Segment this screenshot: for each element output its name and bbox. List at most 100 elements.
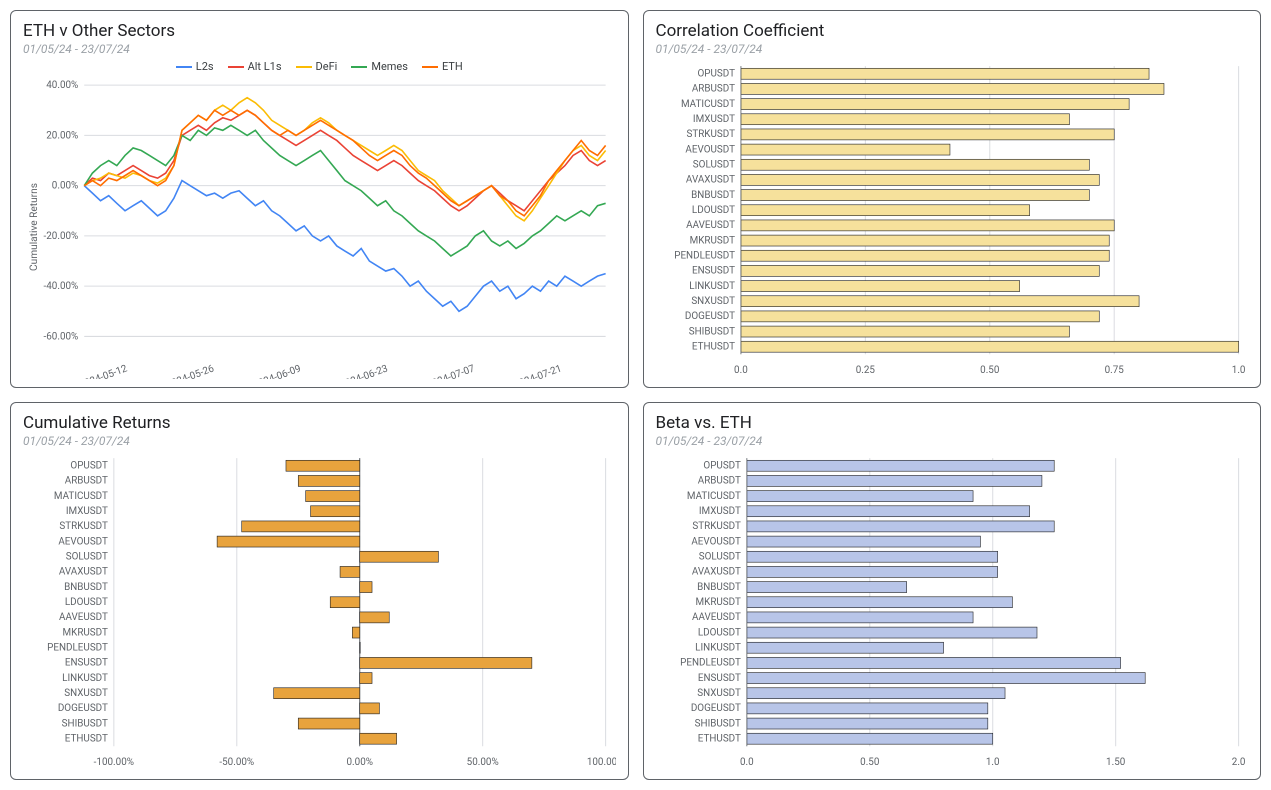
bar <box>746 536 980 547</box>
legend-swatch <box>422 66 438 68</box>
bar <box>746 566 997 577</box>
svg-text:SOLUSDT: SOLUSDT <box>692 159 734 170</box>
svg-text:0.75: 0.75 <box>1104 365 1124 376</box>
svg-text:-60.00%: -60.00% <box>44 331 79 342</box>
bar <box>740 159 1088 170</box>
svg-text:MKRUSDT: MKRUSDT <box>695 597 740 608</box>
bar <box>740 144 949 155</box>
svg-text:Cumulative Returns: Cumulative Returns <box>29 183 40 271</box>
svg-text:LINKUSDT: LINKUSDT <box>689 281 735 292</box>
svg-text:STRKUSDT: STRKUSDT <box>686 129 735 140</box>
svg-text:BNBUSDT: BNBUSDT <box>697 582 741 593</box>
bar <box>217 536 360 547</box>
bar <box>746 627 1036 638</box>
svg-text:ETHUSDT: ETHUSDT <box>697 733 740 744</box>
bar <box>306 491 360 502</box>
svg-text:ARBUSDT: ARBUSDT <box>65 475 108 486</box>
bar <box>740 174 1098 185</box>
legend-swatch <box>176 66 192 68</box>
panel-correlation: Correlation Coefficient 01/05/24 - 23/07… <box>643 10 1262 388</box>
series-line <box>84 98 605 221</box>
bar-chart-area: 0.00.501.01.502.0OPUSDTARBUSDTMATICUSDTI… <box>656 452 1249 771</box>
svg-text:2024-06-23: 2024-06-23 <box>339 363 390 379</box>
svg-text:DOGEUSDT: DOGEUSDT <box>58 703 108 714</box>
svg-text:MATICUSDT: MATICUSDT <box>686 491 740 502</box>
line-chart-area: -60.00%-40.00%-20.00%0.00%20.00%40.00%Cu… <box>23 75 616 379</box>
dashboard-grid: ETH v Other Sectors 01/05/24 - 23/07/24 … <box>10 10 1261 780</box>
bar <box>746 491 972 502</box>
svg-text:-40.00%: -40.00% <box>44 281 79 292</box>
bar <box>740 114 1068 125</box>
svg-text:2024-05-12: 2024-05-12 <box>78 363 129 379</box>
bar-chart-area: -100.00%-50.00%0.00%50.00%100.00%OPUSDTA… <box>23 452 616 771</box>
svg-text:AAVEUSDT: AAVEUSDT <box>692 612 741 623</box>
bar <box>746 460 1053 471</box>
svg-text:DOGEUSDT: DOGEUSDT <box>690 703 740 714</box>
bar <box>360 612 390 623</box>
svg-text:IMXUSDT: IMXUSDT <box>66 506 108 517</box>
bar <box>746 551 997 562</box>
svg-text:ETHUSDT: ETHUSDT <box>65 733 108 744</box>
svg-text:0.00%: 0.00% <box>347 757 373 768</box>
svg-text:20.00%: 20.00% <box>46 130 78 141</box>
svg-text:40.00%: 40.00% <box>46 80 78 91</box>
bar <box>311 506 360 517</box>
panel-title: ETH v Other Sectors <box>23 21 616 41</box>
svg-text:LDOUSDT: LDOUSDT <box>691 205 734 216</box>
svg-text:PENDLEUSDT: PENDLEUSDT <box>680 657 741 668</box>
bar <box>360 582 372 593</box>
legend-swatch <box>351 66 367 68</box>
bar <box>740 68 1148 79</box>
panel-eth-v-sectors: ETH v Other Sectors 01/05/24 - 23/07/24 … <box>10 10 629 388</box>
bar <box>740 190 1088 201</box>
svg-text:ENSUSDT: ENSUSDT <box>65 657 108 668</box>
svg-text:SHIBUSDT: SHIBUSDT <box>688 326 734 337</box>
bar <box>740 341 1238 352</box>
bar <box>740 326 1068 337</box>
svg-text:1.0: 1.0 <box>1231 365 1245 376</box>
svg-text:2024-05-26: 2024-05-26 <box>165 363 216 379</box>
svg-text:LDOUSDT: LDOUSDT <box>65 597 108 608</box>
svg-text:AEVOUSDT: AEVOUSDT <box>58 536 108 547</box>
bar <box>360 673 372 684</box>
svg-text:OPUSDT: OPUSDT <box>697 68 735 79</box>
bar <box>746 642 943 653</box>
svg-text:ARBUSDT: ARBUSDT <box>697 475 740 486</box>
svg-text:MATICUSDT: MATICUSDT <box>680 99 734 110</box>
svg-text:SNXUSDT: SNXUSDT <box>697 688 741 699</box>
svg-text:0.00%: 0.00% <box>52 181 78 192</box>
svg-text:2024-06-09: 2024-06-09 <box>252 363 303 379</box>
bar <box>746 521 1053 532</box>
bar <box>746 718 987 729</box>
svg-text:SNXUSDT: SNXUSDT <box>691 296 735 307</box>
bar <box>740 296 1138 307</box>
bar <box>746 673 1144 684</box>
svg-text:-100.00%: -100.00% <box>94 757 134 768</box>
bar <box>352 627 359 638</box>
series-line <box>84 110 605 211</box>
bar <box>298 475 359 486</box>
svg-text:ENSUSDT: ENSUSDT <box>691 265 734 276</box>
bar <box>274 688 360 699</box>
bar <box>360 703 380 714</box>
svg-text:MATICUSDT: MATICUSDT <box>54 491 108 502</box>
svg-text:BNBUSDT: BNBUSDT <box>691 190 735 201</box>
series-line <box>84 181 605 312</box>
bar <box>740 235 1108 246</box>
svg-text:AVAXUSDT: AVAXUSDT <box>59 566 108 577</box>
svg-text:PENDLEUSDT: PENDLEUSDT <box>674 250 735 261</box>
svg-text:AVAXUSDT: AVAXUSDT <box>691 566 740 577</box>
legend-label: Alt L1s <box>248 60 282 73</box>
bar <box>286 460 360 471</box>
svg-text:AEVOUSDT: AEVOUSDT <box>685 144 735 155</box>
svg-text:OPUSDT: OPUSDT <box>703 460 741 471</box>
svg-text:0.0: 0.0 <box>739 757 753 768</box>
bar <box>360 733 397 744</box>
bar <box>746 657 1120 668</box>
bar <box>740 265 1098 276</box>
bar <box>298 718 359 729</box>
bar <box>740 311 1098 322</box>
panel-title: Correlation Coefficient <box>656 21 1249 41</box>
panel-subtitle: 01/05/24 - 23/07/24 <box>23 434 616 448</box>
svg-text:IMXUSDT: IMXUSDT <box>698 506 740 517</box>
